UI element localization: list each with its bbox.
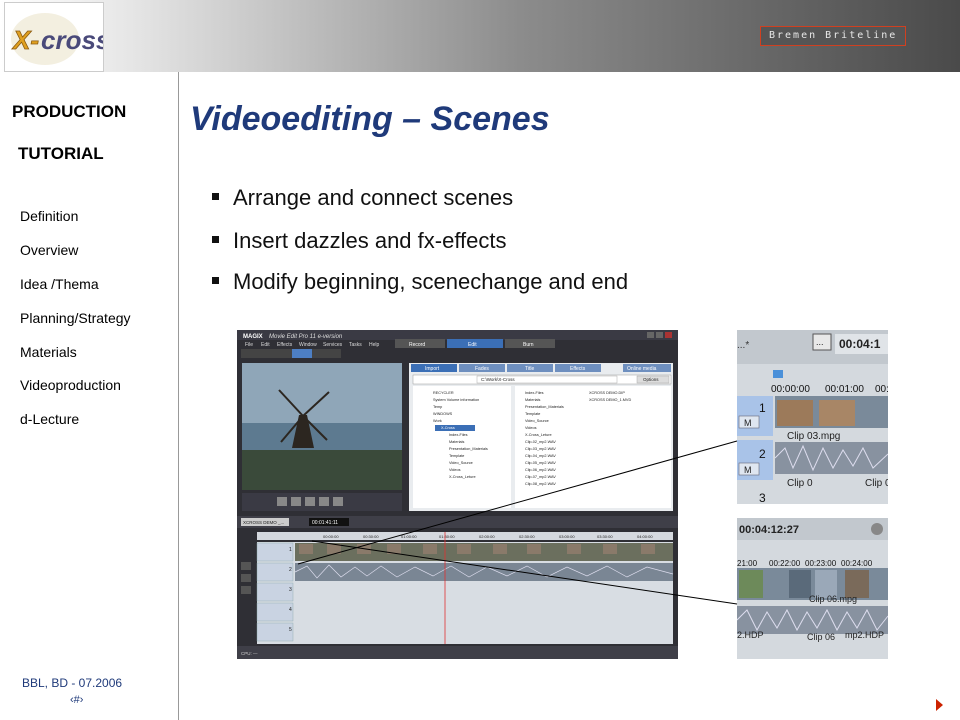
callout-line <box>311 540 738 605</box>
next-slide-arrow-icon[interactable] <box>936 699 943 711</box>
page-number: ‹#› <box>70 694 84 706</box>
footer-text: BBL, BD - 07.2006 <box>22 676 123 690</box>
callout-line <box>297 440 738 565</box>
callout-lines <box>297 440 738 605</box>
